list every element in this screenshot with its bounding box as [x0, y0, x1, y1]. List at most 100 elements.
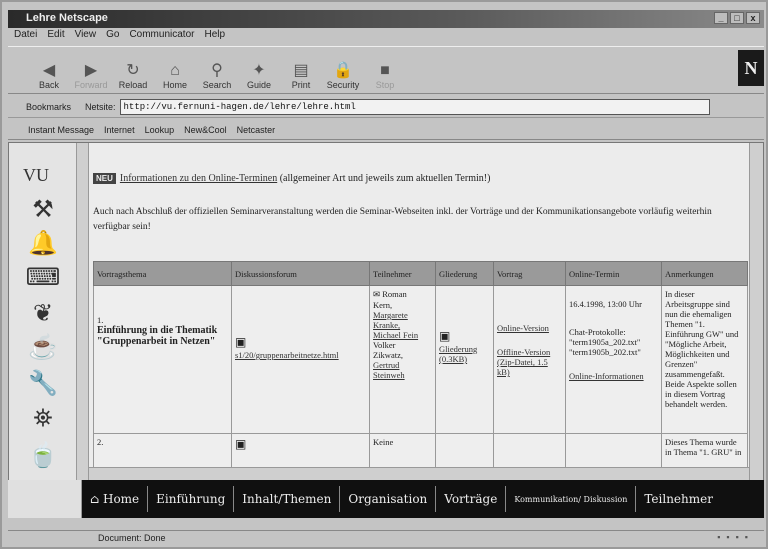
guide-label: Guide [246, 80, 272, 90]
term-date: 16.4.1998, 13:00 Uhr [569, 299, 642, 309]
menu-help[interactable]: Help [204, 29, 225, 45]
seminar-table: Vortragsthema Diskussionsforum Teilnehme… [93, 261, 748, 467]
print-button[interactable]: ▤ Print [280, 47, 322, 93]
col-anmerkungen: Anmerkungen [661, 261, 748, 286]
back-icon: ◀ [42, 62, 56, 79]
menu-file[interactable]: Datei [14, 29, 37, 45]
online-termine-info: NEU Informationen zu den Online-Terminen … [93, 173, 490, 184]
outline-link[interactable]: Gliederung (0.3KB) [439, 344, 477, 364]
home-nav-icon: ⌂ [90, 492, 103, 506]
availability-notice: Auch nach Abschluß der offiziellen Semin… [93, 207, 712, 232]
guide-button[interactable]: ✦ Guide [238, 47, 280, 93]
leaf-icon[interactable]: ❦ [25, 299, 61, 327]
home-label: Home [162, 80, 187, 90]
participants-cell: ✉ Roman Kern, Margarete Kranke, Michael … [369, 285, 436, 434]
nav-organisation[interactable]: Organisation [339, 486, 435, 512]
window-title: Lehre Netscape [26, 12, 108, 24]
forum-link[interactable]: s1/20/gruppenarbeitnetze.html [235, 350, 339, 360]
main-frame: NEU Informationen zu den Online-Terminen … [89, 143, 749, 467]
forward-button[interactable]: ▶ Forward [70, 47, 112, 93]
lantern-icon[interactable]: ⛯ [25, 405, 61, 433]
remarks-cell: In dieser Arbeitsgruppe sind nun die ehe… [661, 285, 748, 434]
nav-left-blank [8, 480, 82, 518]
menu-go[interactable]: Go [106, 29, 119, 45]
nav-vortraege[interactable]: Vorträge [435, 486, 505, 512]
forward-label: Forward [74, 80, 108, 90]
participant-name: Volker [373, 340, 396, 350]
participant-link[interactable]: Steinweh [373, 370, 405, 380]
talk-cell: Online-Version Offline-Version (Zip-Date… [493, 285, 566, 434]
new-cool-button[interactable]: New&Cool [184, 125, 227, 135]
print-label: Print [291, 80, 311, 90]
back-label: Back [38, 80, 59, 90]
participant-link[interactable]: Michael Fein [373, 330, 418, 340]
bells-icon[interactable]: 🔔 [25, 229, 61, 257]
security-label: Security [326, 80, 360, 90]
location-bar: Bookmarks Netsite: http://vu.fernuni-hag… [8, 96, 764, 118]
minimize-button[interactable]: _ [714, 12, 728, 24]
nav-inhalt-themen[interactable]: Inhalt/Themen [233, 486, 339, 512]
offline-version-link[interactable]: Offline-Version (Zip-Datei, 1.5 kB) [497, 347, 550, 377]
close-button[interactable]: x [746, 12, 760, 24]
col-diskussionsforum: Diskussionsforum [231, 261, 370, 286]
col-teilnehmer: Teilnehmer [369, 261, 436, 286]
online-info-link[interactable]: Online-Informationen [569, 371, 644, 381]
forum-icon: ▣ [235, 437, 247, 451]
vertical-scrollbar[interactable] [749, 143, 763, 481]
netscape-logo-icon[interactable]: N [738, 50, 764, 86]
table-row: 1. Einführung in die Thematik "Gruppenar… [93, 285, 748, 434]
forum-icon: ▣ [235, 335, 247, 349]
tools-icon[interactable]: ⚒ [25, 195, 61, 223]
left-frame-scrollbar[interactable] [77, 143, 89, 481]
internet-button[interactable]: Internet [104, 125, 135, 135]
remarks-cell: Dieses Thema wurde in Thema "1. GRU" in [661, 433, 748, 467]
nav-teilnehmer[interactable]: Teilnehmer [635, 486, 721, 512]
menu-view[interactable]: View [75, 29, 97, 45]
status-icons: ▪▪▪▪ [717, 532, 754, 542]
lookup-button[interactable]: Lookup [145, 125, 175, 135]
vu-logo[interactable]: VU [23, 165, 49, 186]
instant-message-button[interactable]: Instant Message [28, 125, 94, 135]
stop-button[interactable]: ■ Stop [364, 47, 406, 93]
maximize-button[interactable]: □ [730, 12, 744, 24]
nav-home[interactable]: ⌂ Home [82, 486, 147, 512]
wrench-icon[interactable]: 🔧 [25, 369, 61, 397]
participant-name: Kern, [373, 300, 393, 310]
bottom-navigation: ⌂ Home Einführung Inhalt/Themen Organisa… [82, 480, 764, 518]
horizontal-scrollbar[interactable] [89, 467, 749, 480]
guide-icon: ✦ [252, 62, 266, 79]
topic-subtitle: "Gruppenarbeit in Netzen" [97, 336, 216, 347]
cup-icon[interactable]: ☕ [25, 333, 61, 361]
browser-window: Lehre Netscape _ □ x Datei Edit View Go … [0, 0, 768, 549]
home-button[interactable]: ⌂ Home [154, 47, 196, 93]
keyboard-icon[interactable]: ⌨ [25, 263, 61, 291]
status-text: Document: Done [98, 533, 166, 543]
term-cell [565, 433, 662, 467]
mug-icon[interactable]: 🍵 [25, 441, 61, 469]
security-button[interactable]: 🔒 Security [322, 47, 364, 93]
online-version-link[interactable]: Online-Version [497, 323, 549, 333]
outline-cell: ▣ Gliederung (0.3KB) [435, 285, 494, 434]
participants-cell: Keine [369, 433, 436, 467]
online-termine-link[interactable]: Informationen zu den Online-Terminen [120, 173, 277, 184]
online-termine-rest: (allgemeiner Art und jeweils zum aktuell… [277, 173, 491, 184]
reload-button[interactable]: ↻ Reload [112, 47, 154, 93]
search-button[interactable]: ⚲ Search [196, 47, 238, 93]
stop-icon: ■ [380, 62, 390, 79]
bookmarks-button[interactable]: Bookmarks [26, 102, 71, 112]
participant-link[interactable]: Margarete [373, 310, 408, 320]
mail-icon[interactable]: ✉ [373, 289, 380, 299]
netcaster-button[interactable]: Netcaster [237, 125, 276, 135]
nav-home-label: Home [102, 492, 140, 506]
nav-kommunikation[interactable]: Kommunikation/ Diskussion [505, 486, 635, 512]
forum-cell: ▣ s1/20/gruppenarbeitnetze.html [231, 285, 370, 434]
url-input[interactable]: http://vu.fernuni-hagen.de/lehre/lehre.h… [119, 98, 710, 115]
participant-link[interactable]: Kranke, [373, 320, 400, 330]
menu-edit[interactable]: Edit [47, 29, 64, 45]
back-button[interactable]: ◀ Back [28, 47, 70, 93]
participant-link[interactable]: Gertrud [373, 360, 399, 370]
topic-title: Einführung in die Thematik [97, 325, 218, 336]
participant-name: Zikwatz, [373, 350, 403, 360]
menu-communicator[interactable]: Communicator [129, 29, 194, 45]
nav-einfuehrung[interactable]: Einführung [147, 486, 233, 512]
